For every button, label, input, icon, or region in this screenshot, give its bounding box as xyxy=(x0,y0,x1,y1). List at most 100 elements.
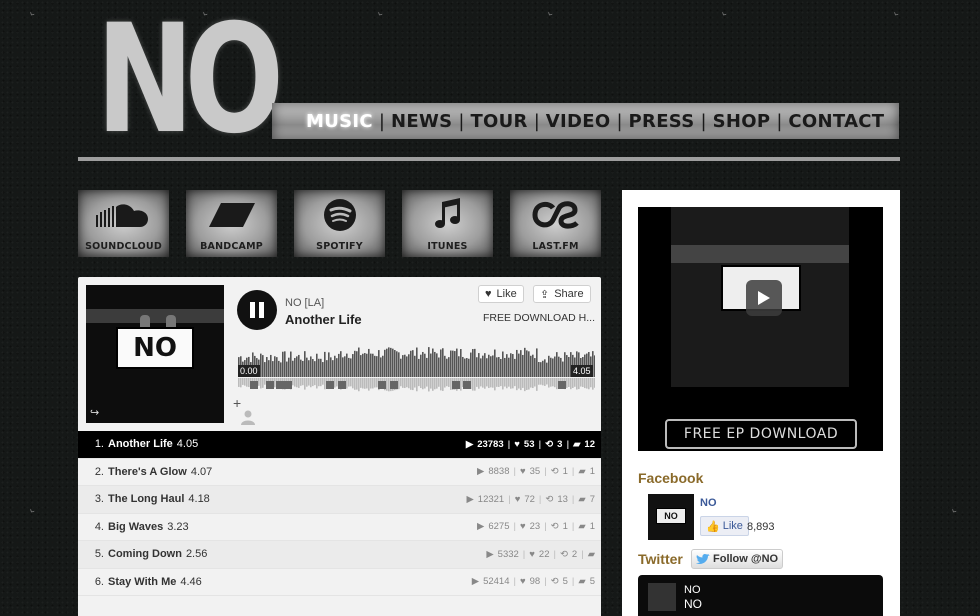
soundcloud-button[interactable]: SOUNDCLOUD xyxy=(78,190,169,257)
waveform-bar xyxy=(262,355,264,377)
track-row[interactable]: 4. Big Waves 3.23 ▶ 6275 | ♥ 23 | ⟲ 1 | ▰ 1 xyxy=(78,514,601,541)
user-avatar-icon xyxy=(241,410,255,425)
track-row-title[interactable]: The Long Haul xyxy=(108,493,184,505)
twitter-avatar[interactable] xyxy=(648,583,676,611)
track-row-title[interactable]: Stay With Me xyxy=(108,576,176,588)
stat-separator: | xyxy=(538,438,542,450)
comment-avatar[interactable] xyxy=(378,381,386,389)
nav-news[interactable]: NEWS xyxy=(391,111,452,132)
waveform-bar xyxy=(286,361,288,377)
comment-avatar[interactable] xyxy=(266,381,274,389)
track-row[interactable]: 6. Stay With Me 4.46 ▶ 52414 | ♥ 98 | ⟲ 5 | ▰ 5 xyxy=(78,569,601,596)
bg-mark: ‹ xyxy=(543,9,556,19)
track-row[interactable]: 2. There's A Glow 4.07 ▶ 8838 | ♥ 35 | ⟲ 1 | ▰ 1 xyxy=(78,459,601,486)
track-row[interactable]: 3. The Long Haul 4.18 ▶ 12321 | ♥ 72 | ⟲ 13 | ▰ 7 xyxy=(78,486,601,514)
spotify-button[interactable]: SPOTIFY xyxy=(294,190,385,257)
stat-separator: | xyxy=(513,576,516,588)
comment-avatar[interactable] xyxy=(452,381,460,389)
waveform-bar xyxy=(442,348,444,377)
waveform-bar xyxy=(464,358,466,377)
plays-count: 6275 xyxy=(488,521,510,533)
comment-avatar[interactable] xyxy=(390,381,398,389)
waveform-bar xyxy=(438,357,440,377)
artist-name[interactable]: NO [LA] xyxy=(285,297,324,309)
track-row[interactable]: 5. Coming Down 2.56 ▶ 5332 | ♥ 22 | ⟲ 2 | ▰ xyxy=(78,541,601,569)
nav-contact[interactable]: CONTACT xyxy=(788,111,884,132)
waveform-reflection xyxy=(482,378,484,388)
twitter-follow-button[interactable]: Follow @NO xyxy=(691,549,784,569)
like-button[interactable]: ♥ Like xyxy=(478,285,524,303)
nav-separator: | xyxy=(616,110,623,132)
waveform-bar xyxy=(292,360,294,377)
itunes-button[interactable]: ITUNES xyxy=(402,190,493,257)
waveform-bar xyxy=(274,356,276,377)
band-logo[interactable]: NO xyxy=(96,5,284,155)
free-ep-download-button[interactable]: FREE EP DOWNLOAD xyxy=(665,419,857,449)
nav-music[interactable]: MUSIC xyxy=(306,111,373,132)
facebook-page-name[interactable]: NO xyxy=(700,497,717,509)
nav-video[interactable]: VIDEO xyxy=(546,111,611,132)
waveform-reflection xyxy=(334,378,336,388)
track-row[interactable]: 1. Another Life 4.05 ▶ 23783 | ♥ 53 | ⟲ 3 | ▰ 12 xyxy=(78,431,601,459)
track-title[interactable]: Another Life xyxy=(285,312,362,327)
video-play-button[interactable] xyxy=(746,280,782,316)
waveform-reflection xyxy=(540,378,542,385)
facebook-avatar[interactable]: NO xyxy=(648,494,694,540)
comment-avatar[interactable] xyxy=(338,381,346,389)
waveform-bar xyxy=(560,357,562,377)
track-row-title[interactable]: Coming Down xyxy=(108,548,182,560)
twitter-display-name[interactable]: NO xyxy=(684,584,701,596)
bandcamp-button[interactable]: BANDCAMP xyxy=(186,190,277,257)
artwork-banner: NO xyxy=(116,327,194,369)
waveform-reflection xyxy=(556,378,558,390)
track-artwork[interactable]: NO ↪ xyxy=(86,285,224,423)
lastfm-button[interactable]: LAST.FM xyxy=(510,190,601,257)
share-button[interactable]: ⇪ Share xyxy=(533,285,591,303)
waveform-bar xyxy=(384,349,386,377)
comment-avatar[interactable] xyxy=(326,381,334,389)
comment-avatar[interactable] xyxy=(284,381,292,389)
waveform-bar xyxy=(466,358,468,377)
waveform-reflection xyxy=(546,378,548,385)
waveform-bar xyxy=(506,354,508,377)
waveform-bar xyxy=(508,357,510,377)
track-number: 6. xyxy=(94,575,104,588)
waveform-bar xyxy=(562,361,564,377)
comment-avatar[interactable] xyxy=(276,381,284,389)
twitter-bird-icon xyxy=(696,553,710,564)
waveform-reflection xyxy=(512,378,514,389)
waveform-bar xyxy=(418,358,420,377)
waveform-reflection xyxy=(316,378,318,389)
nav-press[interactable]: PRESS xyxy=(629,111,695,132)
stat-separator: | xyxy=(513,521,516,533)
waveform-bar xyxy=(510,353,512,377)
free-download-link[interactable]: FREE DOWNLOAD H... xyxy=(483,312,595,324)
video-embed[interactable]: FREE EP DOWNLOAD xyxy=(638,207,883,451)
bandcamp-icon xyxy=(186,198,277,232)
service-label: SOUNDCLOUD xyxy=(85,241,162,252)
waveform-reflection xyxy=(362,378,364,389)
pause-button[interactable] xyxy=(237,290,277,330)
play-count-icon: ▶ xyxy=(465,438,474,450)
comment-avatar[interactable] xyxy=(463,381,471,389)
waveform-reflection xyxy=(506,378,508,389)
track-row-title[interactable]: There's A Glow xyxy=(108,466,187,478)
comment-avatar[interactable] xyxy=(250,381,258,389)
comment-avatar[interactable] xyxy=(558,381,566,389)
waveform-bar xyxy=(364,353,366,377)
nav-tour[interactable]: TOUR xyxy=(470,111,527,132)
facebook-like-button[interactable]: 👍 Like xyxy=(700,516,749,536)
track-row-title[interactable]: Another Life xyxy=(108,438,173,450)
waveform-reflection xyxy=(518,378,520,389)
waveform-reflection xyxy=(374,378,376,388)
waveform-bar xyxy=(498,357,500,377)
reposts-count: 1 xyxy=(562,466,568,478)
waveform[interactable] xyxy=(238,337,595,397)
waveform-bar xyxy=(454,351,456,377)
track-row-title[interactable]: Big Waves xyxy=(108,521,163,533)
facebook-like-count: 8,893 xyxy=(747,521,775,533)
facebook-like-label: Like xyxy=(722,520,743,532)
nav-shop[interactable]: SHOP xyxy=(713,111,771,132)
waveform-bar xyxy=(358,347,360,377)
waveform-bar xyxy=(534,358,536,377)
